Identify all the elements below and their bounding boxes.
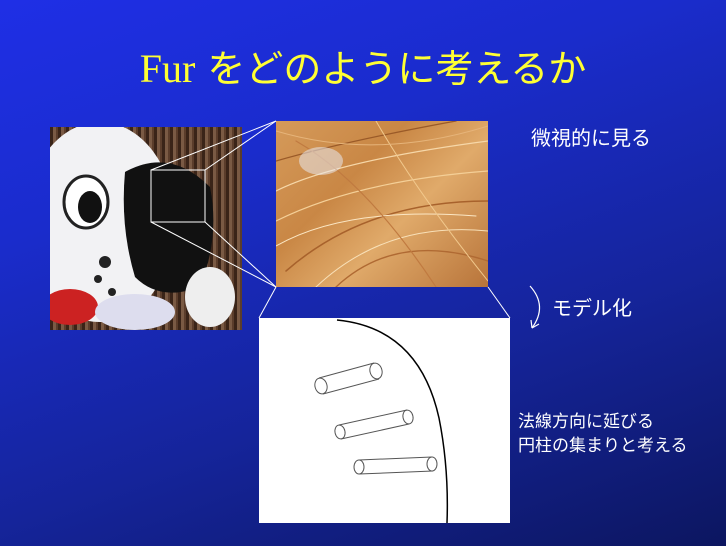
model-diagram: [259, 318, 510, 524]
title-latin: Fur: [139, 46, 196, 91]
fur-closeup-photo: [276, 121, 488, 287]
curved-arrow: [529, 285, 541, 329]
micro-view-label: 微視的に見る: [531, 126, 651, 150]
mascot-photo: [50, 127, 242, 330]
description-text: 法線方向に延びる 円柱の集まりと考える: [518, 410, 688, 458]
slide: Fur をどのように考えるか 微視的に見る モデル化 法線方向に延びる 円柱の集…: [0, 0, 726, 546]
description-line-2: 円柱の集まりと考える: [518, 436, 688, 456]
modeling-label: モデル化: [552, 296, 632, 320]
cylinder-3: [353, 456, 438, 475]
cylinder-2: [334, 409, 414, 440]
cylinder-1: [314, 362, 383, 395]
title-japanese: をどのように考えるか: [207, 47, 587, 91]
description-line-1: 法線方向に延びる: [518, 412, 654, 432]
slide-title: Fur をどのように考えるか: [0, 38, 726, 93]
